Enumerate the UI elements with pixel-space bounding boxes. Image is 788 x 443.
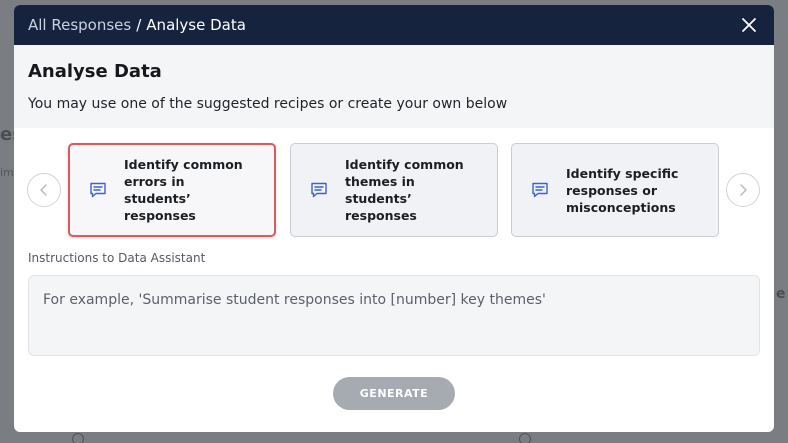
breadcrumb: All Responses / Analyse Data <box>28 16 246 34</box>
background-text-fragment-right: e <box>776 286 786 302</box>
analyse-data-modal: All Responses / Analyse Data Analyse Dat… <box>14 5 774 432</box>
modal-header: All Responses / Analyse Data <box>14 5 774 45</box>
background-radio <box>519 433 531 443</box>
background-radio <box>72 433 84 443</box>
chat-message-icon <box>311 182 327 198</box>
instructions-label: Instructions to Data Assistant <box>28 251 206 265</box>
close-icon <box>742 18 756 32</box>
close-button[interactable] <box>738 14 760 36</box>
breadcrumb-separator: / <box>136 16 142 34</box>
chevron-left-icon <box>40 184 47 196</box>
carousel-prev-button[interactable] <box>27 173 61 207</box>
chat-message-icon <box>90 182 106 198</box>
recipe-label: Identify common themes in students’ resp… <box>345 157 464 223</box>
recipe-label: Identify specific responses or misconcep… <box>566 165 679 215</box>
recipe-card-specific-responses[interactable]: Identify specific responses or misconcep… <box>511 143 719 237</box>
generate-button[interactable]: GENERATE <box>333 377 455 410</box>
breadcrumb-current: Analyse Data <box>146 16 246 34</box>
breadcrumb-all-responses[interactable]: All Responses <box>28 16 131 34</box>
chevron-right-icon <box>740 184 747 196</box>
carousel-next-button[interactable] <box>726 173 760 207</box>
instructions-input[interactable] <box>28 275 760 356</box>
recipe-label: Identify common errors in students’ resp… <box>124 157 243 223</box>
intro-section: Analyse Data You may use one of the sugg… <box>14 45 774 128</box>
page-title: Analyse Data <box>28 61 162 82</box>
chat-message-icon <box>532 182 548 198</box>
background-text-fragment: im <box>0 166 14 179</box>
page-subtitle: You may use one of the suggested recipes… <box>28 96 508 112</box>
recipe-card-common-themes[interactable]: Identify common themes in students’ resp… <box>290 143 498 237</box>
recipes-carousel: Identify common errors in students’ resp… <box>14 143 774 237</box>
recipe-card-common-errors[interactable]: Identify common errors in students’ resp… <box>68 143 276 237</box>
